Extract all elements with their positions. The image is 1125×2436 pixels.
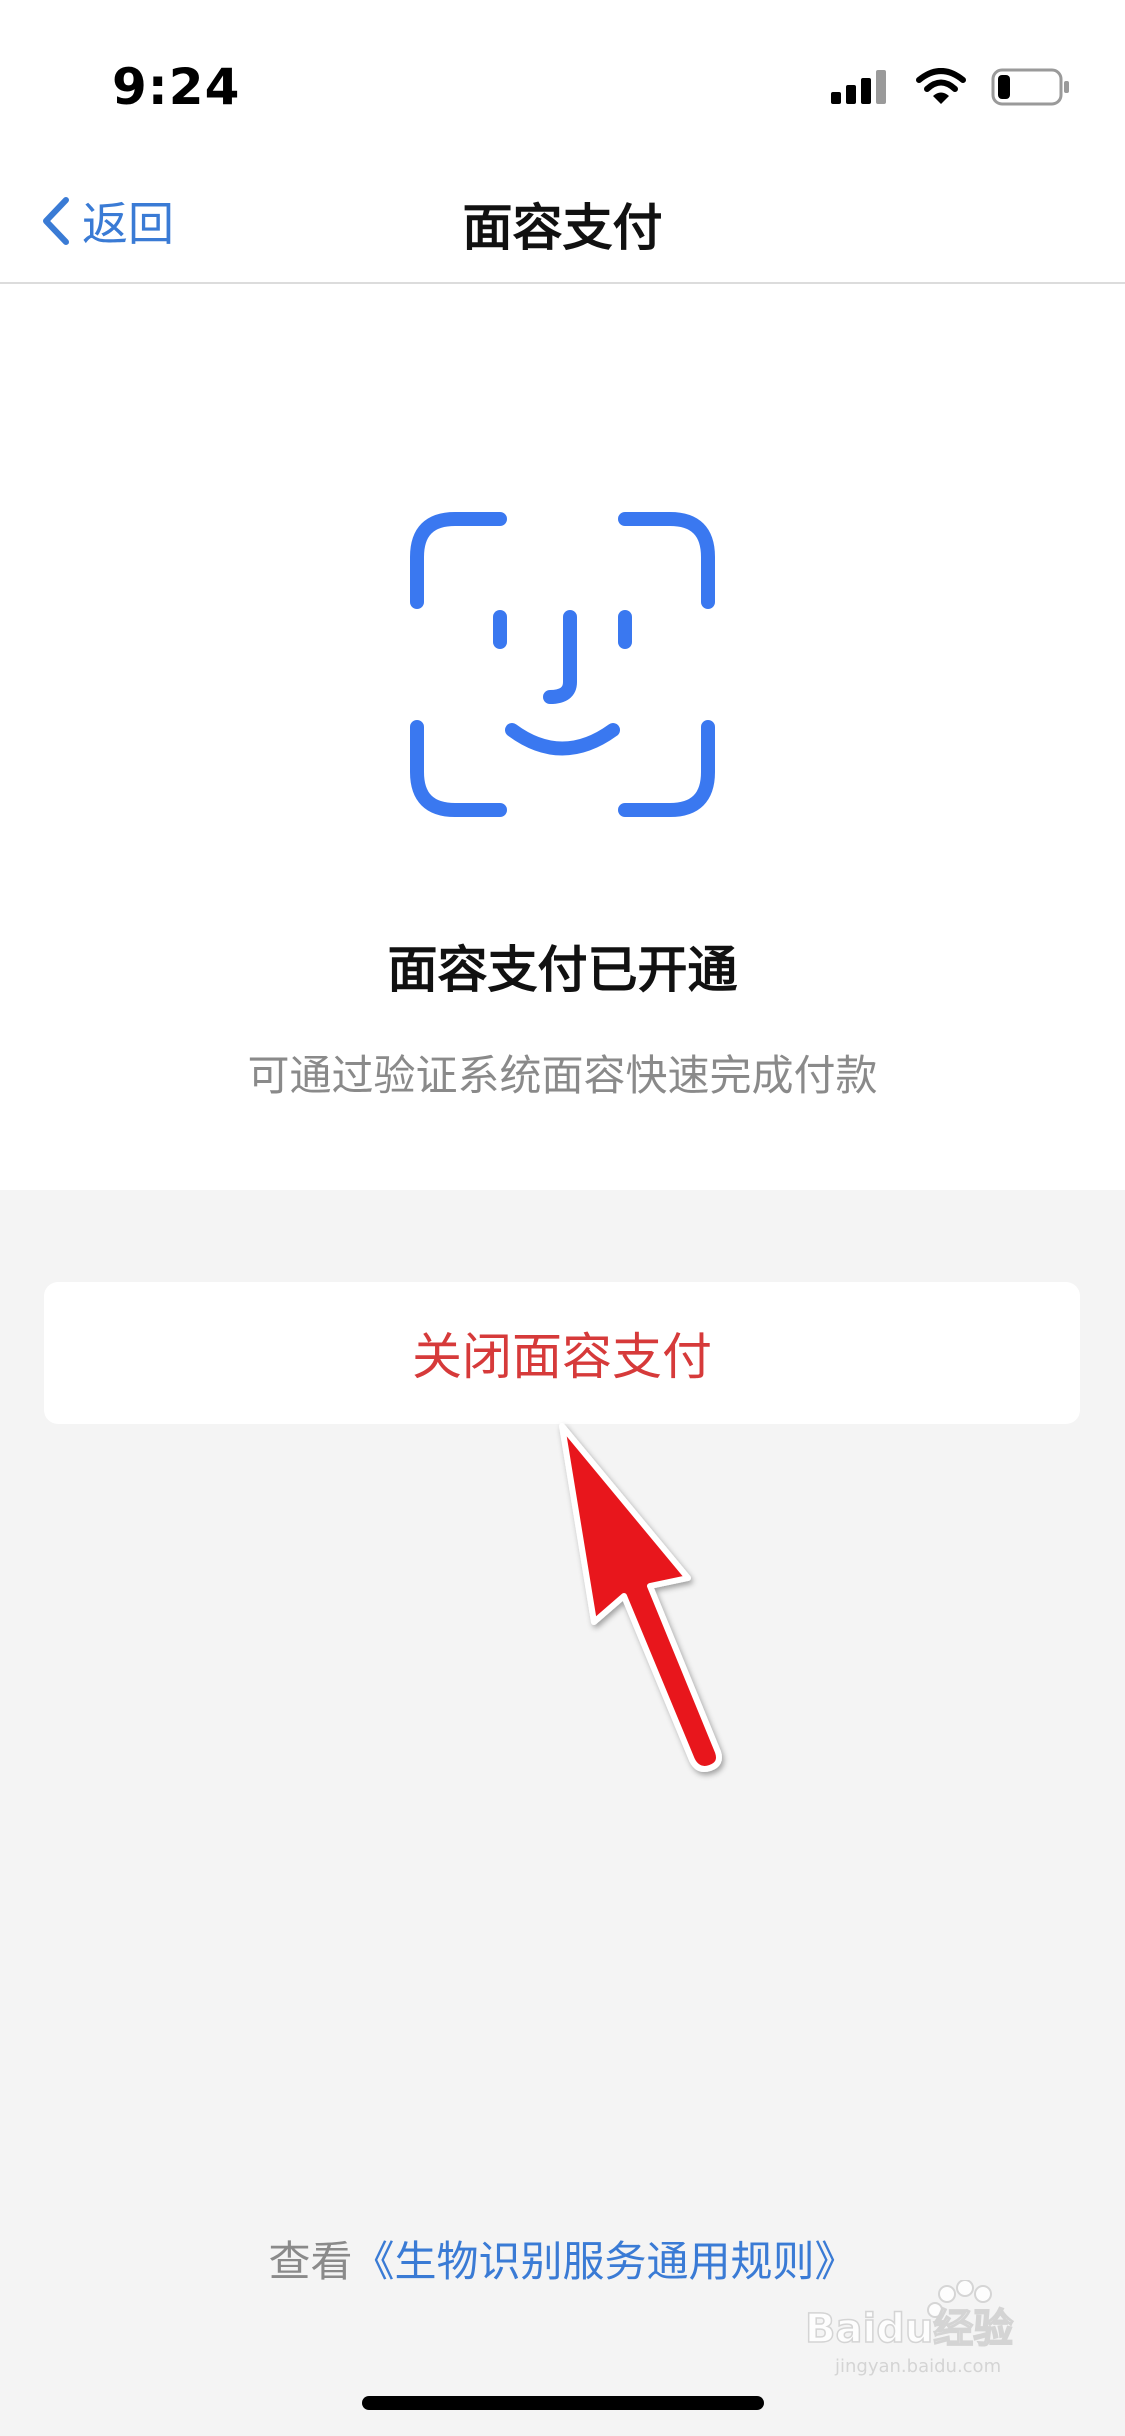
wifi-icon xyxy=(916,68,966,104)
enabled-heading: 面容支付已开通 xyxy=(387,941,738,999)
page-title: 面容支付 xyxy=(462,199,663,257)
navigation-bar: 返回 面容支付 xyxy=(0,160,1125,284)
biometric-rules-link[interactable]: 《生物识别服务通用规则》 xyxy=(353,2237,857,2286)
cellular-signal-icon xyxy=(831,70,886,104)
enabled-description: 可通过验证系统面容快速完成付款 xyxy=(247,1051,878,1100)
home-indicator[interactable] xyxy=(362,2396,764,2410)
baidu-jingyan-watermark: Baidu经验 jingyan.baidu.com xyxy=(805,2280,1014,2377)
annotation-arrow-icon xyxy=(559,1423,722,1772)
status-icons xyxy=(831,62,1071,112)
footer-prefix: 查看 xyxy=(268,2237,353,2286)
watermark-text: Baidu经验 xyxy=(805,2306,1013,2352)
status-time: 9:24 xyxy=(112,58,241,116)
face-pay-settings-screen: 9:24 返回 面容支付 面容支付已开通 可通过验证系统面容快速完成付款 关闭面… xyxy=(0,0,1125,2436)
face-id-icon xyxy=(410,512,715,817)
watermark-subtext: jingyan.baidu.com xyxy=(834,2356,1001,2377)
battery-icon xyxy=(991,68,1069,106)
